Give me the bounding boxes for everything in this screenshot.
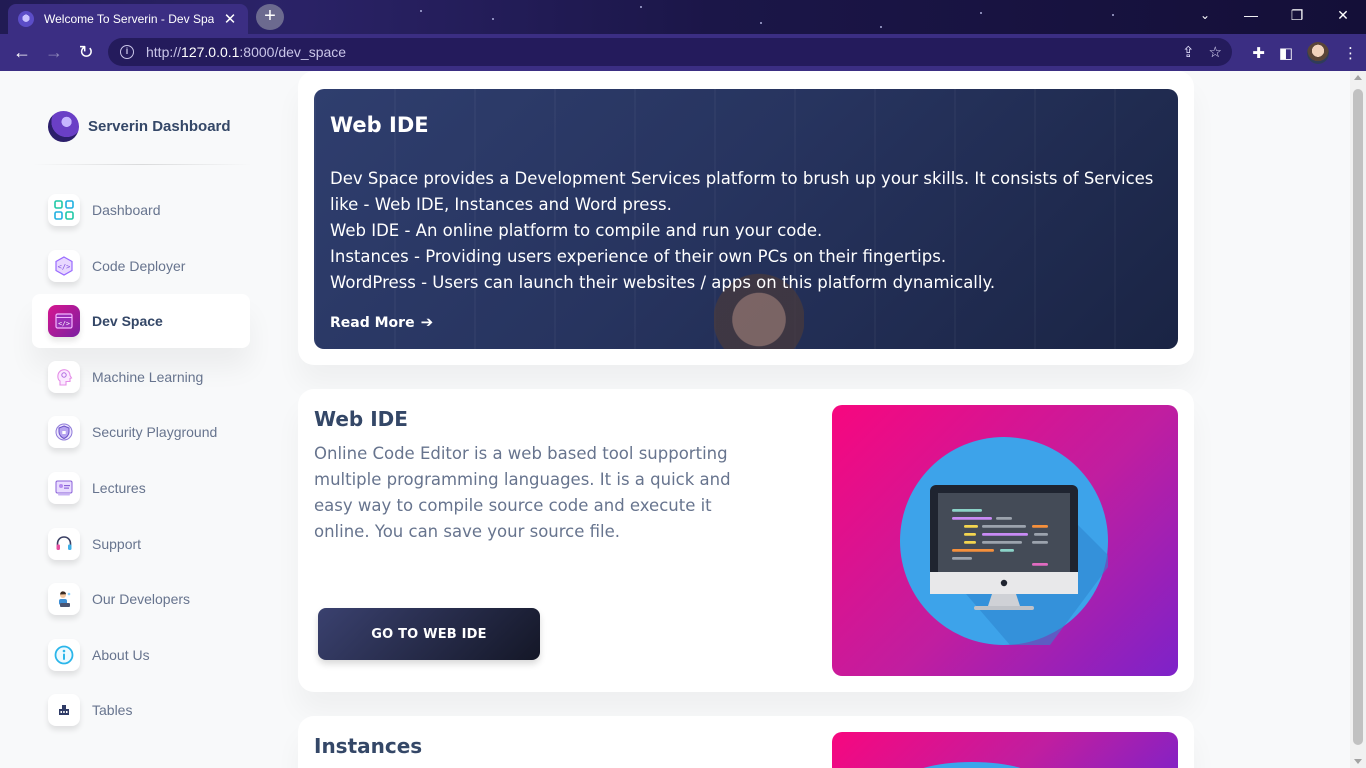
sidebar-item-support[interactable]: Support xyxy=(32,517,250,571)
sidebar-item-label: Our Developers xyxy=(92,591,191,608)
svg-text:</>: </> xyxy=(58,263,71,271)
instances-card: Instances xyxy=(298,716,1194,768)
url-host: 127.0.0.1 xyxy=(181,44,240,60)
brand-name: Serverin Dashboard xyxy=(88,118,231,135)
share-icon[interactable]: ⇪ xyxy=(1182,43,1195,61)
developer-icon xyxy=(48,583,80,616)
sidebar-item-label: Dashboard xyxy=(92,202,161,218)
arrow-right-icon: ➔ xyxy=(420,313,434,331)
minimize-button[interactable]: — xyxy=(1228,0,1274,30)
sidebar-item-label: Tables xyxy=(92,702,133,719)
brand-logo-icon xyxy=(48,111,79,142)
browser-toolbar: ← → ↻ i http://127.0.0.1:8000/dev_space … xyxy=(0,34,1366,71)
close-window-button[interactable]: ✕ xyxy=(1320,0,1366,30)
web-ide-card: Web IDE Online Code Editor is a web base… xyxy=(298,389,1194,692)
tab-search-icon[interactable]: ⌄ xyxy=(1185,0,1225,30)
security-icon xyxy=(48,416,80,449)
hero-line: Dev Space provides a Development Service… xyxy=(330,169,1154,214)
page-scrollbar[interactable] xyxy=(1350,71,1366,768)
sidebar-item-dashboard[interactable]: Dashboard xyxy=(32,183,250,237)
extensions-icon[interactable]: ✚ xyxy=(1252,44,1265,62)
sidebar-nav: Dashboard </> Code Deployer </> Dev Spac… xyxy=(32,183,250,739)
monitor-icon xyxy=(900,437,1108,645)
dev-space-icon: </> xyxy=(48,305,80,338)
forward-icon[interactable]: → xyxy=(38,37,70,69)
side-panel-icon[interactable]: ◧ xyxy=(1279,44,1293,62)
sidebar-item-dev-space[interactable]: </> Dev Space xyxy=(32,294,250,349)
favicon-icon xyxy=(18,11,34,27)
back-icon[interactable]: ← xyxy=(6,37,38,69)
close-tab-icon[interactable]: ✕ xyxy=(222,10,238,28)
hero-line: Web IDE - An online platform to compile … xyxy=(330,221,823,240)
sidebar-item-our-developers[interactable]: Our Developers xyxy=(32,572,250,626)
menu-kebab-icon[interactable]: ⋮ xyxy=(1343,44,1358,62)
svg-text:</>: </> xyxy=(58,320,70,328)
new-tab-button[interactable]: + xyxy=(256,4,284,30)
sidebar-item-label: Machine Learning xyxy=(92,368,204,385)
table-icon xyxy=(48,694,80,727)
url-path: :8000/dev_space xyxy=(239,44,347,60)
scroll-thumb[interactable] xyxy=(1353,89,1363,745)
hero-description: Dev Space provides a Development Service… xyxy=(330,166,1160,296)
sidebar-item-label: Security Playground xyxy=(92,424,218,441)
web-ide-title: Web IDE xyxy=(314,407,408,431)
headset-icon xyxy=(48,527,80,560)
page-content: Serverin Dashboard Dashboard </> Code De… xyxy=(0,71,1350,768)
sidebar-item-label: Support xyxy=(92,535,142,552)
hero-title: Web IDE xyxy=(330,113,429,137)
read-more-link[interactable]: Read More ➔ xyxy=(330,313,433,331)
code-deployer-icon: </> xyxy=(48,249,80,282)
address-bar[interactable]: i http://127.0.0.1:8000/dev_space ⇪ ☆ xyxy=(108,38,1232,66)
go-to-web-ide-button[interactable]: GO TO WEB IDE xyxy=(318,608,540,660)
sidebar-item-tables[interactable]: Tables xyxy=(32,683,250,737)
machine-learning-icon xyxy=(48,360,80,393)
sidebar-item-machine-learning[interactable]: Machine Learning xyxy=(32,350,250,404)
sidebar-item-about-us[interactable]: About Us xyxy=(32,628,250,682)
tab-title: Welcome To Serverin - Dev Space xyxy=(44,12,214,26)
instances-title: Instances xyxy=(314,734,423,758)
sidebar-item-code-deployer[interactable]: </> Code Deployer xyxy=(32,239,250,293)
info-icon xyxy=(48,638,80,671)
site-info-icon[interactable]: i xyxy=(120,45,134,59)
reload-icon[interactable]: ↻ xyxy=(70,37,102,69)
sidebar-item-label: Dev Space xyxy=(92,313,163,330)
hero-line: WordPress - Users can launch their websi… xyxy=(330,273,996,292)
scroll-up-icon[interactable] xyxy=(1354,75,1362,80)
web-ide-description: Online Code Editor is a web based tool s… xyxy=(314,444,731,541)
browser-tab-strip: Welcome To Serverin - Dev Space ✕ + ⌄ — … xyxy=(0,0,1366,34)
scroll-down-icon[interactable] xyxy=(1354,759,1362,764)
hero-card: Web IDE Dev Space provides a Development… xyxy=(298,71,1194,365)
sidebar-item-lectures[interactable]: Lectures xyxy=(32,461,250,515)
sidebar-item-label: Code Deployer xyxy=(92,257,186,274)
web-ide-illustration xyxy=(832,405,1178,676)
restore-button[interactable]: ❐ xyxy=(1274,0,1320,30)
sidebar-item-label: Lectures xyxy=(92,479,146,496)
hero-line: Instances - Providing users experience o… xyxy=(330,247,947,266)
sidebar-item-label: About Us xyxy=(92,646,150,663)
sidebar-item-security-playground[interactable]: Security Playground xyxy=(32,405,250,459)
profile-avatar[interactable] xyxy=(1307,41,1329,64)
dashboard-icon xyxy=(48,194,80,226)
read-more-label: Read More xyxy=(330,315,415,331)
sidebar-divider xyxy=(32,164,252,165)
url-prefix: http:// xyxy=(146,44,182,60)
sidebar-brand[interactable]: Serverin Dashboard xyxy=(48,111,231,142)
browser-tab[interactable]: Welcome To Serverin - Dev Space ✕ xyxy=(8,4,248,34)
hero-banner: Web IDE Dev Space provides a Development… xyxy=(314,89,1178,349)
bookmark-star-icon[interactable]: ☆ xyxy=(1209,43,1222,61)
lectures-icon xyxy=(48,471,80,504)
instances-illustration xyxy=(832,732,1178,768)
